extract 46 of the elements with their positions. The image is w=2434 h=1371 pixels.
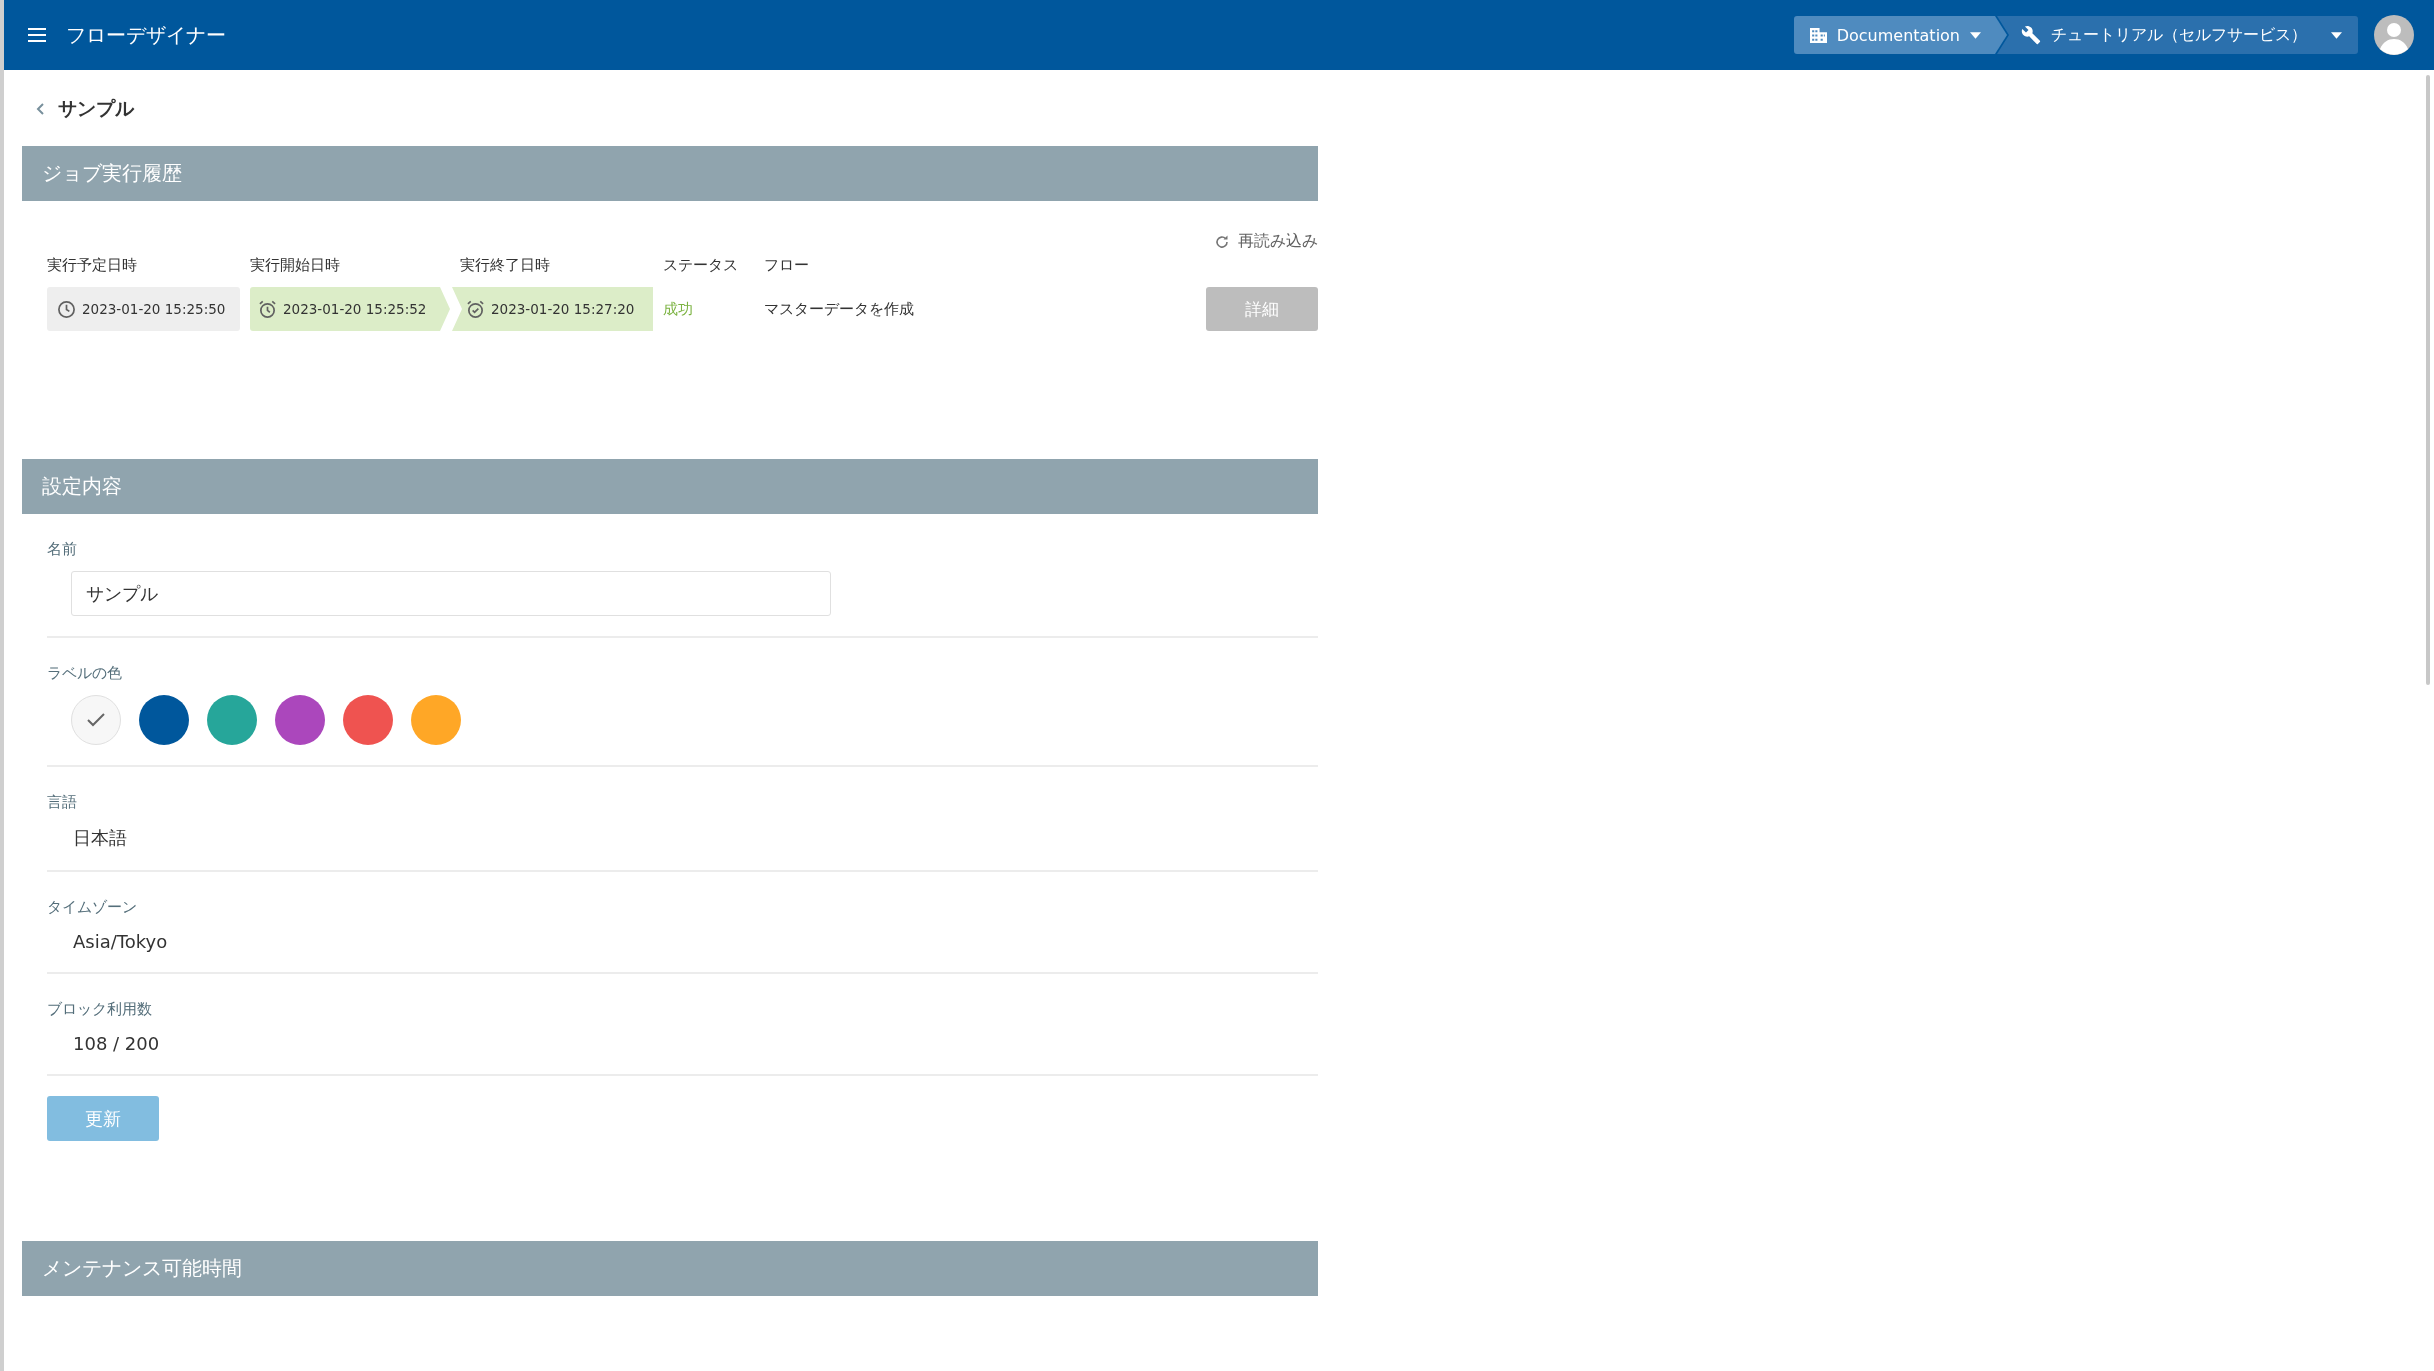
caret-icon	[2331, 31, 2342, 39]
building-icon	[1809, 27, 1827, 43]
scrollbar[interactable]	[2426, 75, 2430, 685]
column-header: フロー	[763, 256, 810, 275]
alarm-check-icon	[466, 299, 485, 319]
section-header: 設定内容	[22, 459, 1318, 514]
color-swatch[interactable]	[71, 695, 121, 745]
back-link[interactable]: サンプル	[36, 96, 134, 122]
color-swatch[interactable]	[411, 695, 461, 745]
field-label: 言語	[47, 793, 78, 812]
field-label: ラベルの色	[47, 664, 123, 683]
section-header: メンテナンス可能時間	[22, 1241, 1318, 1296]
color-swatch[interactable]	[343, 695, 393, 745]
field-label: ブロック利用数	[47, 1000, 153, 1019]
clock-icon	[57, 299, 76, 319]
column-header: 実行終了日時	[459, 256, 551, 275]
checkmark-icon	[86, 712, 106, 728]
workspace-selector[interactable]: Documentation	[1793, 16, 2007, 54]
start-time-chip: 2023-01-20 15:25:52	[250, 287, 450, 331]
field-value: 日本語	[73, 826, 128, 850]
wrench-icon	[2021, 25, 2041, 45]
chevron-left-icon	[36, 103, 44, 115]
column-header: 実行予定日時	[47, 256, 138, 275]
end-time-chip: 2023-01-20 15:27:20	[450, 287, 653, 331]
alarm-clock-icon	[258, 299, 277, 319]
name-input-field[interactable]: サンプル	[71, 571, 831, 616]
field-label: タイムゾーン	[47, 898, 138, 917]
caret-icon	[1970, 31, 1981, 39]
scheduled-time-chip: 2023-01-20 15:25:50	[47, 287, 240, 331]
section-header: ジョブ実行履歴	[22, 146, 1318, 201]
color-swatch[interactable]	[275, 695, 325, 745]
column-header: ステータス	[662, 256, 739, 275]
menu-icon[interactable]	[28, 28, 46, 42]
column-header: 実行開始日時	[249, 256, 341, 275]
field-label: 名前	[47, 540, 78, 559]
field-value: 108 / 200	[73, 1033, 161, 1054]
flow-name: マスターデータを作成	[763, 299, 915, 319]
reload-button[interactable]: 再読み込み	[1214, 231, 1318, 252]
project-selector[interactable]: チュートリアル（セルフサービス）	[1997, 16, 2358, 54]
color-swatch[interactable]	[139, 695, 189, 745]
field-value: Asia/Tokyo	[73, 931, 169, 952]
refresh-icon	[1214, 233, 1230, 250]
app-title: フローデザイナー	[66, 21, 226, 49]
avatar-icon[interactable]	[2374, 15, 2414, 55]
color-swatch[interactable]	[207, 695, 257, 745]
status-text: 成功	[662, 299, 694, 319]
